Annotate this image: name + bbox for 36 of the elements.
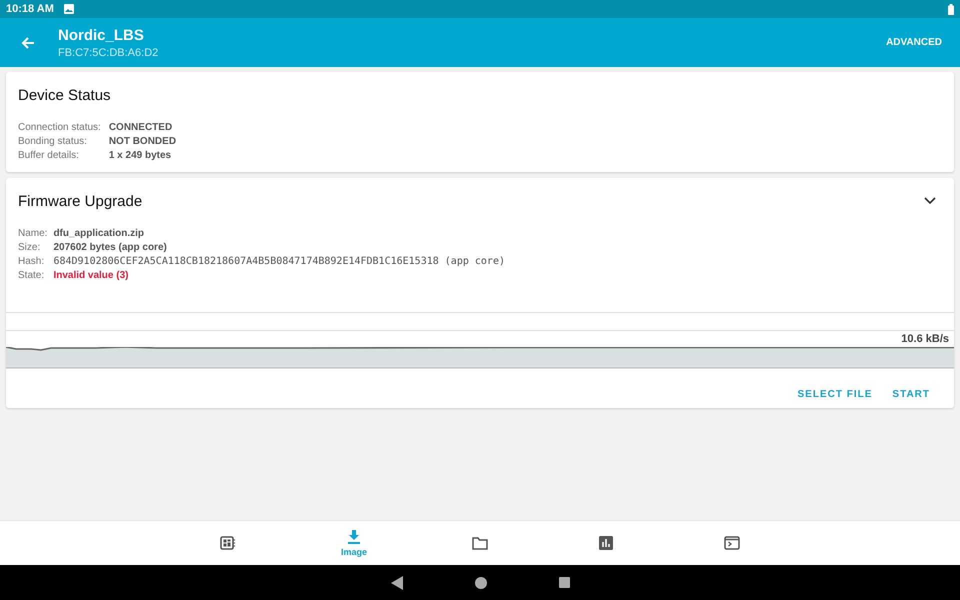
dashboard-icon [220, 536, 236, 550]
card-title: Device Status [17, 86, 112, 104]
card-title: Firmware Upgrade [17, 192, 144, 210]
home-circle-icon[interactable] [474, 576, 486, 588]
back-triangle-icon[interactable] [390, 576, 402, 590]
nav-tab[interactable]: Image [291, 521, 417, 565]
field-label: Name: [18, 227, 48, 240]
field-label: Bonding status: [18, 135, 88, 148]
field-value: dfu_application.zip [53, 227, 146, 240]
status-time: 10:18 AM [6, 3, 54, 15]
advanced-button[interactable]: ADVANCED [880, 36, 948, 49]
field-label: Hash: [18, 255, 46, 268]
field-value: 1 x 249 bytes [108, 149, 172, 162]
field-value: 207602 bytes (app core) [53, 241, 168, 254]
text-button[interactable]: SELECT FILE [790, 385, 880, 404]
chevron-icon[interactable] [924, 197, 936, 205]
field-label: Buffer details: [18, 149, 80, 162]
folder-icon [472, 536, 488, 550]
terminal-icon [724, 536, 740, 550]
battery-icon [948, 4, 954, 14]
bar-chart-icon [599, 536, 613, 550]
field-value: Invalid value (3) [53, 269, 130, 282]
field-label: State: [18, 269, 46, 282]
image-icon [64, 4, 74, 14]
field-value: 684D9102806CEF2A5CA118CB18218607A4B5B0847174B892E14FDB1C16E15318 (app core) [53, 255, 506, 268]
back-arrow-icon [20, 34, 36, 50]
device-name: Nordic_LBS [58, 26, 145, 44]
text-button[interactable]: START [884, 385, 938, 404]
field-label: Size: [18, 241, 42, 254]
field-value: CONNECTED [108, 121, 174, 134]
field-label: Connection status: [18, 121, 101, 134]
field-value: NOT BONDED [108, 135, 178, 148]
recents-square-icon[interactable] [558, 577, 570, 588]
download-icon [348, 530, 360, 544]
device-address: FB:C7:5C:DB:A6:D2 [58, 46, 160, 58]
speed-reading: 10.6 kB/s [901, 333, 949, 345]
